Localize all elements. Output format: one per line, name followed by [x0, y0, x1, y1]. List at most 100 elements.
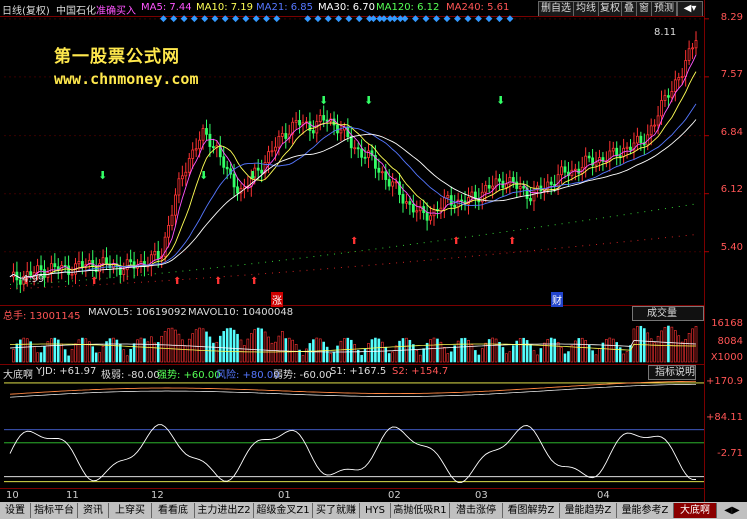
- long-ma-dot: [554, 247, 556, 249]
- volume-bar: [649, 338, 653, 363]
- long-ma-dot: [423, 242, 425, 244]
- long-ma-dot: [602, 243, 604, 245]
- volume-bar: [394, 345, 398, 363]
- tab-scroll-icon[interactable]: ◀▶: [717, 503, 747, 518]
- price-tick: 6.12: [720, 184, 743, 195]
- ma-line: [9, 103, 697, 279]
- volume-bar: [532, 350, 536, 363]
- tab-indicator[interactable]: 高抛低吸R1: [391, 503, 450, 518]
- volume-bar: [467, 340, 470, 363]
- volume-bar: [553, 338, 556, 363]
- volume-bar: [325, 346, 329, 363]
- volume-bar: [239, 339, 243, 363]
- long-ma-dot: [513, 251, 515, 253]
- candle-body: [446, 195, 450, 199]
- buy-arrow-icon: ⬆: [90, 276, 98, 287]
- candle-body: [53, 263, 57, 268]
- long-ma-dot: [547, 225, 549, 227]
- tab-indicator[interactable]: HYS: [360, 503, 391, 518]
- candle-body: [80, 261, 84, 268]
- signal-diamond-icon: ◆: [391, 14, 398, 24]
- long-ma-dot: [51, 281, 53, 283]
- volume-bar: [84, 338, 88, 363]
- long-ma-dot: [23, 287, 25, 289]
- tab-indicator[interactable]: 量能参考Z: [617, 503, 674, 518]
- tab-indicator[interactable]: 买了就赚: [313, 503, 360, 518]
- zhang-marker[interactable]: 涨: [271, 292, 283, 307]
- volume-tick: 16168: [711, 318, 743, 329]
- long-ma-dot: [402, 261, 404, 263]
- candle-body: [122, 269, 126, 275]
- volume-bar: [125, 355, 129, 363]
- tab-indicator[interactable]: 量能趋势Z: [560, 503, 617, 518]
- tab-indicator-active[interactable]: 大底啊: [674, 503, 717, 518]
- volume-bar: [408, 339, 412, 363]
- buy-arrow-icon: ⬆: [350, 236, 358, 247]
- long-ma-dot: [589, 244, 591, 246]
- candle-body: [205, 128, 208, 135]
- candle-body: [611, 147, 615, 152]
- tab-indicator[interactable]: 上穿买: [109, 503, 152, 518]
- volume-bar: [218, 335, 222, 363]
- candle-body: [101, 257, 105, 265]
- volume-bar: [143, 338, 146, 363]
- volume-tick: 8084: [717, 336, 743, 347]
- sell-arrow-icon: ⬇: [496, 94, 505, 107]
- long-ma-dot: [478, 255, 480, 257]
- candle-body: [36, 265, 39, 273]
- volume-bar: [505, 353, 508, 363]
- long-ma-dot: [540, 249, 542, 251]
- candle-body: [615, 147, 619, 157]
- candle-body: [356, 147, 360, 150]
- long-ma-dot: [409, 261, 411, 263]
- candle-body: [639, 135, 643, 144]
- volume-bar: [294, 344, 298, 363]
- candle-body: [125, 259, 129, 271]
- volume-bar: [256, 327, 260, 363]
- long-ma-dot: [189, 269, 191, 271]
- long-ma-dot: [347, 251, 349, 253]
- long-ma-dot: [527, 228, 529, 230]
- long-ma-dot: [320, 268, 322, 270]
- cai-marker[interactable]: 财: [551, 292, 563, 307]
- tab-settings[interactable]: 设置: [0, 503, 31, 518]
- indicator-tick: +170.9: [705, 376, 743, 387]
- signal-diamond-icon: ◆: [412, 14, 419, 24]
- tab-news[interactable]: 资讯: [78, 503, 109, 518]
- tab-indicator[interactable]: 超级金叉Z1: [254, 503, 313, 518]
- tab-indicator[interactable]: 主力进出Z2: [195, 503, 254, 518]
- sell-arrow-icon: ⬇: [319, 94, 328, 107]
- volume-bar: [443, 347, 446, 363]
- long-ma-dot: [361, 250, 363, 252]
- tab-indicator[interactable]: 潜击涨停: [450, 503, 503, 518]
- long-ma-dot: [161, 280, 163, 282]
- volume-bar: [660, 330, 663, 363]
- long-ma-dot: [134, 282, 136, 284]
- tab-indicator[interactable]: 看图解势Z: [503, 503, 560, 518]
- long-ma-dot: [485, 233, 487, 235]
- volume-bar: [29, 341, 32, 363]
- candle-body: [508, 177, 512, 185]
- indicator-explain-button[interactable]: 指标说明: [648, 365, 696, 380]
- signal-diamond-icon: ◆: [242, 14, 249, 24]
- candle-body: [587, 155, 591, 159]
- long-ma-dot: [596, 243, 598, 245]
- long-ma-dot: [692, 234, 694, 236]
- price-tick: 5.40: [720, 242, 743, 253]
- signal-diamond-icon: ◆: [507, 14, 514, 24]
- long-ma-dot: [437, 258, 439, 260]
- long-ma-dot: [354, 265, 356, 267]
- long-ma-dot: [678, 205, 680, 207]
- tab-indicator-platform[interactable]: 指标平台: [31, 503, 78, 518]
- long-ma-dot: [644, 239, 646, 241]
- long-ma-dot: [375, 248, 377, 250]
- candle-body: [684, 60, 688, 77]
- volume-bar: [684, 339, 687, 363]
- long-ma-dot: [520, 251, 522, 253]
- candle-body: [677, 77, 681, 81]
- tab-indicator[interactable]: 看看底: [152, 503, 195, 518]
- volume-bar: [329, 353, 332, 363]
- volume-bar: [567, 351, 570, 363]
- volume-selector[interactable]: 成交量: [632, 306, 704, 321]
- volume-bar: [511, 345, 515, 363]
